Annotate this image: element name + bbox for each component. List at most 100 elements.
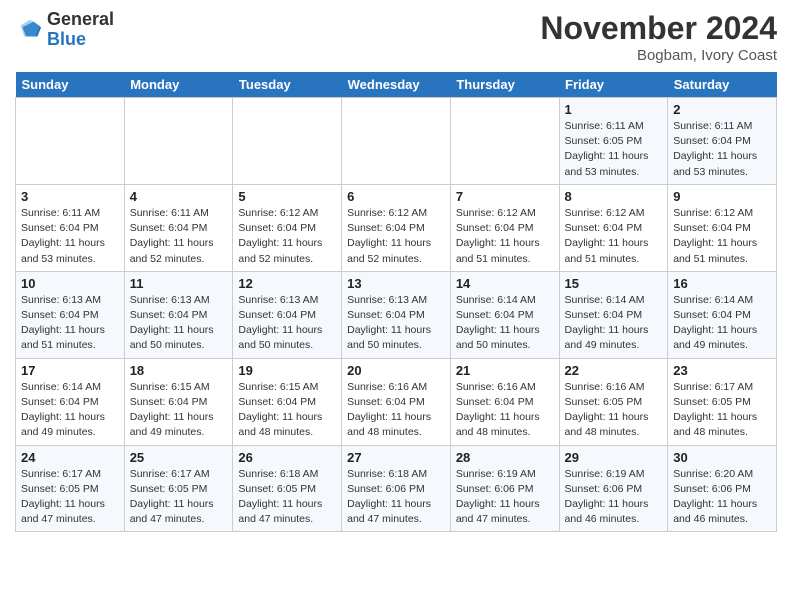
calendar-cell: 24 Sunrise: 6:17 AM Sunset: 6:05 PM Dayli… bbox=[16, 445, 125, 532]
calendar-cell: 13 Sunrise: 6:13 AM Sunset: 6:04 PM Dayli… bbox=[342, 271, 451, 358]
day-info: Sunrise: 6:13 AM Sunset: 6:04 PM Dayligh… bbox=[347, 293, 445, 354]
calendar-cell: 12 Sunrise: 6:13 AM Sunset: 6:04 PM Dayli… bbox=[233, 271, 342, 358]
day-number: 27 bbox=[347, 450, 445, 465]
calendar-cell: 8 Sunrise: 6:12 AM Sunset: 6:04 PM Daylig… bbox=[559, 184, 668, 271]
logo-line2: Blue bbox=[47, 30, 114, 50]
day-info: Sunrise: 6:17 AM Sunset: 6:05 PM Dayligh… bbox=[130, 467, 228, 528]
weekday-header-tuesday: Tuesday bbox=[233, 72, 342, 98]
logo-line1: General bbox=[47, 10, 114, 30]
calendar-cell: 26Sunrise: 6:18 AM Sunset: 6:05 PM Dayli… bbox=[233, 445, 342, 532]
day-info: Sunrise: 6:19 AM Sunset: 6:06 PM Dayligh… bbox=[456, 467, 554, 528]
day-info: Sunrise: 6:16 AM Sunset: 6:04 PM Dayligh… bbox=[347, 380, 445, 441]
day-number: 6 bbox=[347, 189, 445, 204]
calendar-cell: 30 Sunrise: 6:20 AM Sunset: 6:06 PM Dayli… bbox=[668, 445, 777, 532]
calendar-table: SundayMondayTuesdayWednesdayThursdayFrid… bbox=[15, 72, 777, 532]
calendar-week-5: 24 Sunrise: 6:17 AM Sunset: 6:05 PM Dayli… bbox=[16, 445, 777, 532]
day-info: Sunrise: 6:13 AM Sunset: 6:04 PM Dayligh… bbox=[21, 293, 119, 354]
weekday-header-thursday: Thursday bbox=[450, 72, 559, 98]
day-info: Sunrise: 6:11 AM Sunset: 6:04 PM Dayligh… bbox=[21, 206, 119, 267]
day-number: 22 bbox=[565, 363, 663, 378]
calendar-week-2: 3 Sunrise: 6:11 AM Sunset: 6:04 PM Daylig… bbox=[16, 184, 777, 271]
day-number: 12 bbox=[238, 276, 336, 291]
calendar-cell: 10 Sunrise: 6:13 AM Sunset: 6:04 PM Dayli… bbox=[16, 271, 125, 358]
day-number: 28 bbox=[456, 450, 554, 465]
title-block: November 2024 Bogbam, Ivory Coast bbox=[540, 10, 777, 64]
day-number: 23 bbox=[673, 363, 771, 378]
day-info: Sunrise: 6:15 AM Sunset: 6:04 PM Dayligh… bbox=[130, 380, 228, 441]
calendar-cell: 19 Sunrise: 6:15 AM Sunset: 6:04 PM Dayli… bbox=[233, 358, 342, 445]
logo-text: General Blue bbox=[47, 10, 114, 50]
day-number: 10 bbox=[21, 276, 119, 291]
calendar-cell: 9 Sunrise: 6:12 AM Sunset: 6:04 PM Daylig… bbox=[668, 184, 777, 271]
day-info: Sunrise: 6:17 AM Sunset: 6:05 PM Dayligh… bbox=[21, 467, 119, 528]
calendar-cell: 3 Sunrise: 6:11 AM Sunset: 6:04 PM Daylig… bbox=[16, 184, 125, 271]
day-info: Sunrise: 6:11 AM Sunset: 6:05 PM Dayligh… bbox=[565, 119, 663, 180]
day-number: 19 bbox=[238, 363, 336, 378]
calendar-cell: 18 Sunrise: 6:15 AM Sunset: 6:04 PM Dayli… bbox=[124, 358, 233, 445]
day-number: 8 bbox=[565, 189, 663, 204]
page-header: General Blue November 2024 Bogbam, Ivory… bbox=[15, 10, 777, 64]
day-info: Sunrise: 6:14 AM Sunset: 6:04 PM Dayligh… bbox=[21, 380, 119, 441]
day-info: Sunrise: 6:13 AM Sunset: 6:04 PM Dayligh… bbox=[238, 293, 336, 354]
calendar-cell bbox=[342, 98, 451, 185]
day-number: 30 bbox=[673, 450, 771, 465]
calendar-cell: 1 Sunrise: 6:11 AM Sunset: 6:05 PM Daylig… bbox=[559, 98, 668, 185]
location: Bogbam, Ivory Coast bbox=[540, 47, 777, 64]
weekday-header-sunday: Sunday bbox=[16, 72, 125, 98]
day-number: 3 bbox=[21, 189, 119, 204]
day-info: Sunrise: 6:12 AM Sunset: 6:04 PM Dayligh… bbox=[673, 206, 771, 267]
calendar-cell: 2Sunrise: 6:11 AM Sunset: 6:04 PM Daylig… bbox=[668, 98, 777, 185]
day-number: 15 bbox=[565, 276, 663, 291]
day-number: 13 bbox=[347, 276, 445, 291]
day-info: Sunrise: 6:20 AM Sunset: 6:06 PM Dayligh… bbox=[673, 467, 771, 528]
day-number: 11 bbox=[130, 276, 228, 291]
day-number: 20 bbox=[347, 363, 445, 378]
day-number: 1 bbox=[565, 102, 663, 117]
calendar-cell: 23 Sunrise: 6:17 AM Sunset: 6:05 PM Dayli… bbox=[668, 358, 777, 445]
calendar-cell: 28 Sunrise: 6:19 AM Sunset: 6:06 PM Dayli… bbox=[450, 445, 559, 532]
day-info: Sunrise: 6:15 AM Sunset: 6:04 PM Dayligh… bbox=[238, 380, 336, 441]
calendar-cell bbox=[16, 98, 125, 185]
calendar-cell: 29 Sunrise: 6:19 AM Sunset: 6:06 PM Dayli… bbox=[559, 445, 668, 532]
day-info: Sunrise: 6:12 AM Sunset: 6:04 PM Dayligh… bbox=[565, 206, 663, 267]
day-number: 14 bbox=[456, 276, 554, 291]
day-number: 4 bbox=[130, 189, 228, 204]
calendar-cell: 20 Sunrise: 6:16 AM Sunset: 6:04 PM Dayli… bbox=[342, 358, 451, 445]
calendar-cell: 4Sunrise: 6:11 AM Sunset: 6:04 PM Daylig… bbox=[124, 184, 233, 271]
day-info: Sunrise: 6:14 AM Sunset: 6:04 PM Dayligh… bbox=[565, 293, 663, 354]
day-info: Sunrise: 6:13 AM Sunset: 6:04 PM Dayligh… bbox=[130, 293, 228, 354]
day-number: 18 bbox=[130, 363, 228, 378]
day-info: Sunrise: 6:14 AM Sunset: 6:04 PM Dayligh… bbox=[456, 293, 554, 354]
weekday-header-wednesday: Wednesday bbox=[342, 72, 451, 98]
logo: General Blue bbox=[15, 10, 114, 50]
calendar-week-4: 17Sunrise: 6:14 AM Sunset: 6:04 PM Dayli… bbox=[16, 358, 777, 445]
day-info: Sunrise: 6:12 AM Sunset: 6:04 PM Dayligh… bbox=[238, 206, 336, 267]
calendar-cell: 5 Sunrise: 6:12 AM Sunset: 6:04 PM Daylig… bbox=[233, 184, 342, 271]
day-number: 24 bbox=[21, 450, 119, 465]
calendar-cell: 16Sunrise: 6:14 AM Sunset: 6:04 PM Dayli… bbox=[668, 271, 777, 358]
day-number: 29 bbox=[565, 450, 663, 465]
calendar-cell: 22Sunrise: 6:16 AM Sunset: 6:05 PM Dayli… bbox=[559, 358, 668, 445]
calendar-cell: 11 Sunrise: 6:13 AM Sunset: 6:04 PM Dayli… bbox=[124, 271, 233, 358]
day-info: Sunrise: 6:16 AM Sunset: 6:04 PM Dayligh… bbox=[456, 380, 554, 441]
day-info: Sunrise: 6:17 AM Sunset: 6:05 PM Dayligh… bbox=[673, 380, 771, 441]
day-info: Sunrise: 6:19 AM Sunset: 6:06 PM Dayligh… bbox=[565, 467, 663, 528]
weekday-header-friday: Friday bbox=[559, 72, 668, 98]
day-number: 7 bbox=[456, 189, 554, 204]
logo-icon bbox=[15, 16, 43, 44]
calendar-header-row: SundayMondayTuesdayWednesdayThursdayFrid… bbox=[16, 72, 777, 98]
day-info: Sunrise: 6:12 AM Sunset: 6:04 PM Dayligh… bbox=[347, 206, 445, 267]
calendar-week-3: 10 Sunrise: 6:13 AM Sunset: 6:04 PM Dayli… bbox=[16, 271, 777, 358]
calendar-cell: 15 Sunrise: 6:14 AM Sunset: 6:04 PM Dayli… bbox=[559, 271, 668, 358]
calendar-week-1: 1 Sunrise: 6:11 AM Sunset: 6:05 PM Daylig… bbox=[16, 98, 777, 185]
day-info: Sunrise: 6:11 AM Sunset: 6:04 PM Dayligh… bbox=[673, 119, 771, 180]
calendar-cell: 6 Sunrise: 6:12 AM Sunset: 6:04 PM Daylig… bbox=[342, 184, 451, 271]
weekday-header-saturday: Saturday bbox=[668, 72, 777, 98]
calendar-cell bbox=[450, 98, 559, 185]
day-number: 5 bbox=[238, 189, 336, 204]
calendar-cell bbox=[124, 98, 233, 185]
day-number: 9 bbox=[673, 189, 771, 204]
weekday-header-monday: Monday bbox=[124, 72, 233, 98]
day-info: Sunrise: 6:18 AM Sunset: 6:06 PM Dayligh… bbox=[347, 467, 445, 528]
calendar-body: 1 Sunrise: 6:11 AM Sunset: 6:05 PM Daylig… bbox=[16, 98, 777, 532]
